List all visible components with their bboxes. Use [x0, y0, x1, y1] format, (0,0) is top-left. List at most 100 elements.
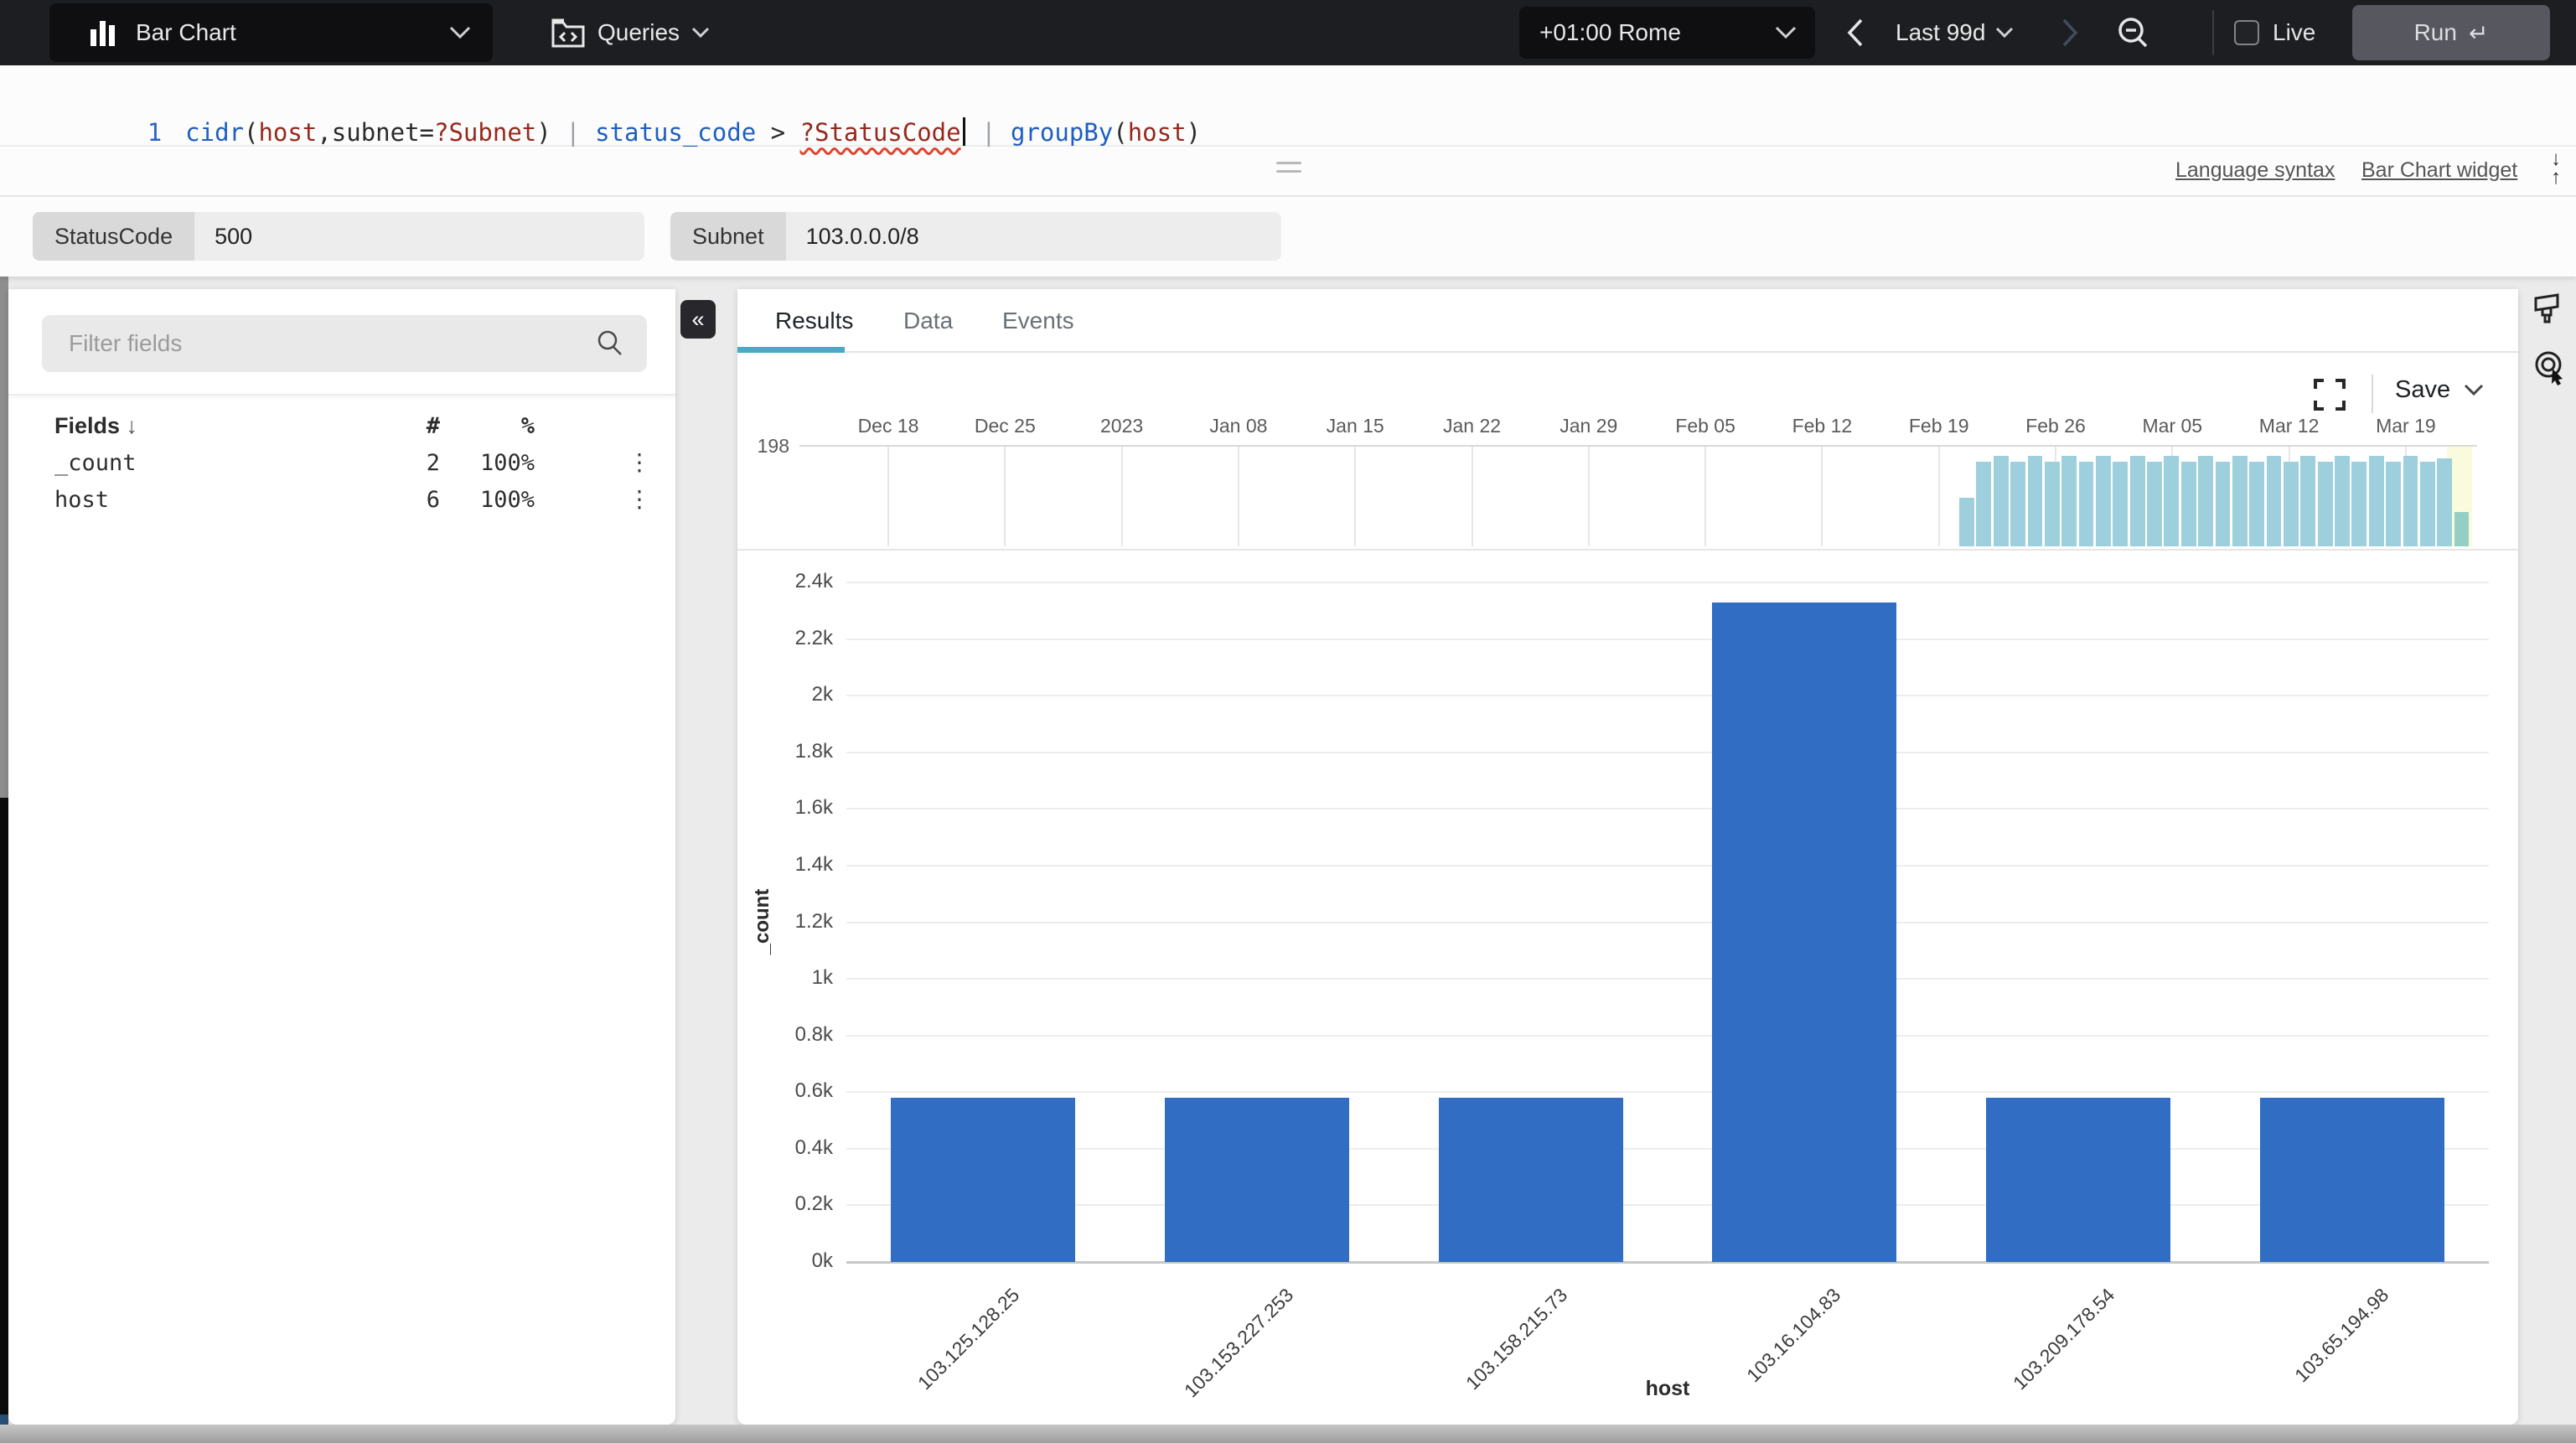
host-bar[interactable] — [1712, 602, 1897, 1262]
query-token-plain: ) — [1186, 118, 1201, 147]
widget-type-select[interactable]: Bar Chart — [49, 3, 493, 62]
fullscreen-icon[interactable] — [2313, 378, 2346, 411]
host-bar[interactable] — [891, 1098, 1076, 1262]
timezone-select[interactable]: +01:00 Rome — [1519, 7, 1815, 59]
collapse-fields-panel-button[interactable]: « — [680, 300, 716, 339]
style-paintbrush-icon[interactable] — [2532, 293, 2566, 330]
timeline-bar[interactable] — [2335, 455, 2350, 546]
field-row-name[interactable]: host — [54, 487, 109, 513]
timeline-bar[interactable] — [1959, 497, 1974, 546]
fields-panel: Fields ↓ # % _count 2 100% ⋮ host 6 100%… — [8, 289, 675, 1425]
timeline-bar[interactable] — [2249, 462, 2265, 546]
query-token-function: status_code — [595, 118, 757, 147]
field-row-menu-icon[interactable]: ⋮ — [627, 448, 652, 476]
timeline-bar[interactable] — [2198, 455, 2213, 546]
timeline-bar[interactable] — [2095, 455, 2111, 546]
query-token-pipe: | — [551, 118, 596, 147]
chevron-down-icon — [691, 27, 710, 39]
timeline-bar[interactable] — [2419, 462, 2435, 546]
filter-fields-input[interactable] — [69, 315, 588, 372]
live-checkbox[interactable] — [2234, 20, 2259, 45]
time-range-select[interactable]: Last 99d — [1896, 0, 2014, 65]
count-column-header: # — [426, 413, 440, 439]
timeline-tick-label: Mar 12 — [2258, 415, 2320, 437]
queries-menu[interactable]: Queries — [551, 0, 710, 65]
field-row-menu-icon[interactable]: ⋮ — [627, 485, 652, 513]
timeline-bar[interactable] — [2129, 455, 2145, 546]
timeline-bar[interactable] — [2147, 462, 2162, 546]
widget-help-link[interactable]: Bar Chart widget — [2361, 158, 2517, 183]
parameter-value-input[interactable]: 103.0.0.0/8 — [785, 212, 1281, 261]
editor-resize-handle[interactable] — [1276, 162, 1301, 178]
app-window: Bar Chart Queries +01:00 Rome Last 99d L… — [0, 0, 2576, 1443]
timeline-gridline — [1821, 447, 1823, 546]
tab-events[interactable]: Events — [1002, 308, 1074, 334]
time-back-button[interactable] — [1840, 15, 1870, 50]
collapse-editor-icon[interactable]: ↓ ↑ — [2541, 149, 2571, 197]
timeline-bar[interactable] — [2284, 462, 2299, 546]
run-button[interactable]: Run ↵ — [2352, 5, 2550, 60]
parameter-value-input[interactable]: 500 — [194, 212, 644, 261]
host-bar[interactable] — [1438, 1098, 1623, 1262]
timeline-gridline — [1354, 447, 1357, 546]
host-bar[interactable] — [1165, 1098, 1349, 1262]
sort-descending-icon: ↓ — [126, 413, 138, 438]
timeline-bar[interactable] — [2027, 455, 2043, 546]
timeline-tick-label: Mar 19 — [2376, 415, 2436, 437]
timeline-bar[interactable] — [2454, 511, 2470, 546]
y-tick-label: 0.2k — [794, 1192, 833, 1216]
timeline-bar[interactable] — [2010, 462, 2025, 546]
timeline-bar[interactable] — [2044, 462, 2060, 546]
timeline-gridline — [1004, 447, 1006, 546]
timeline-gridline — [887, 447, 889, 546]
timeline-bar[interactable] — [2437, 458, 2453, 546]
gridline — [846, 864, 2489, 866]
fields-column-header[interactable]: Fields ↓ — [54, 413, 137, 439]
timeline-bar[interactable] — [2403, 455, 2418, 546]
x-tick-label: 103.209.178.54 — [2008, 1284, 2119, 1394]
gridline — [846, 582, 2489, 583]
timeline-bar[interactable] — [2215, 462, 2231, 546]
language-syntax-link[interactable]: Language syntax — [2175, 158, 2335, 183]
chevron-down-icon — [2465, 384, 2484, 396]
gridline — [846, 808, 2489, 810]
timeline-bar[interactable] — [2113, 462, 2129, 546]
field-row-name[interactable]: _count — [54, 450, 137, 476]
query-token-plain: , — [317, 118, 332, 147]
timeline-bar[interactable] — [2368, 455, 2384, 546]
host-bar[interactable] — [1986, 1098, 2170, 1262]
timeline-bar[interactable] — [2232, 455, 2248, 546]
widget-select-label: Bar Chart — [136, 19, 236, 45]
query-token-plain: subnet — [331, 118, 420, 147]
gridline — [846, 1147, 2489, 1150]
timeline-top-axis — [799, 445, 2477, 447]
timeline-bar[interactable] — [1976, 462, 1992, 546]
timeline-bar[interactable] — [1993, 455, 2009, 546]
timeline-bar[interactable] — [2266, 455, 2282, 546]
timeline-bar[interactable] — [2300, 455, 2316, 546]
timeline-bar[interactable] — [2061, 455, 2077, 546]
tab-data[interactable]: Data — [903, 308, 953, 334]
timeline-bar[interactable] — [2386, 462, 2402, 546]
tabs-row: Results Data Events — [737, 289, 2518, 353]
zoom-out-button[interactable] — [2113, 13, 2154, 54]
timeline-bar[interactable] — [2164, 455, 2180, 546]
timeline-bottom-border — [737, 549, 2518, 551]
timeline-gridline — [1937, 447, 1940, 546]
query-editor[interactable]: 1 cidr(host,subnet=?Subnet) | status_code… — [0, 65, 2576, 147]
host-bar[interactable] — [2259, 1098, 2444, 1262]
time-forward-button[interactable] — [2055, 15, 2085, 50]
timeline-bar[interactable] — [2351, 462, 2367, 546]
x-tick-label: 103.125.128.25 — [913, 1284, 1024, 1394]
interactions-icon[interactable] — [2532, 349, 2568, 385]
timeline-bar[interactable] — [2078, 462, 2094, 546]
text-caret — [962, 117, 965, 146]
tab-results[interactable]: Results — [775, 308, 853, 334]
parameter-statuscode: StatusCode 500 — [33, 212, 644, 261]
timeline-bar[interactable] — [2317, 462, 2333, 546]
timeline-bar[interactable] — [2180, 462, 2196, 546]
timeline-gridline — [1237, 447, 1239, 546]
gridline — [846, 978, 2489, 980]
save-button[interactable]: Save — [2395, 376, 2484, 404]
y-tick-label: 1.6k — [794, 796, 833, 820]
